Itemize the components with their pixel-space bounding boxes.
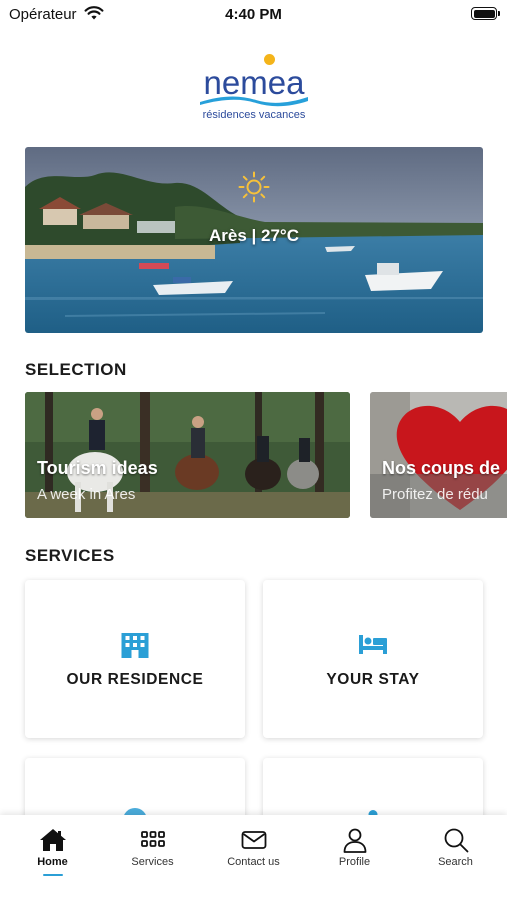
logo-wave-icon	[200, 96, 308, 107]
home-icon	[39, 829, 66, 851]
brand-logo: nemea résidences vacances	[196, 52, 312, 124]
mail-icon	[241, 831, 266, 849]
selection-carousel[interactable]: Tourism ideas A week in Ares Nos coups d…	[0, 392, 507, 520]
services-heading: SERVICES	[25, 546, 115, 565]
clock: 4:40 PM	[225, 6, 282, 23]
sun-icon	[238, 171, 270, 203]
selection-heading: SELECTION	[25, 360, 127, 379]
logo-tagline: résidences vacances	[202, 109, 306, 121]
tab-contact-us[interactable]: Contact us	[203, 815, 304, 885]
selection-card-subtitle: A week in Ares	[37, 486, 136, 503]
tab-home-label: Home	[37, 856, 68, 868]
tab-search[interactable]: Search	[405, 815, 506, 885]
tab-services-label: Services	[131, 856, 174, 868]
weather-label: Arès | 27°C	[209, 226, 299, 245]
your-stay-label: YOUR STAY	[326, 671, 420, 688]
user-icon	[343, 828, 366, 853]
hero-weather-banner[interactable]: Arès | 27°C	[25, 147, 483, 333]
tab-contact-label: Contact us	[227, 856, 280, 868]
bottom-tab-bar: Home Services Contact us Profile Search	[0, 815, 507, 900]
tab-profile-label: Profile	[338, 856, 371, 868]
selection-card-favorites[interactable]: Nos coups de Profitez de rédu	[370, 392, 507, 518]
search-icon	[444, 828, 468, 853]
tab-search-label: Search	[438, 856, 473, 868]
grid-icon	[140, 831, 165, 847]
tab-home[interactable]: Home	[2, 815, 103, 885]
our-residence-label: OUR RESIDENCE	[66, 671, 204, 688]
bed-icon	[359, 635, 387, 654]
your-stay-tile[interactable]: YOUR STAY	[263, 580, 483, 738]
status-bar: Opérateur 4:40 PM	[0, 0, 507, 30]
tab-profile[interactable]: Profile	[304, 815, 405, 885]
selection-card-tourism[interactable]: Tourism ideas A week in Ares	[25, 392, 350, 518]
selection-card-title: Tourism ideas	[37, 458, 158, 478]
selection-card-title: Nos coups de	[382, 458, 501, 478]
active-tab-indicator	[43, 874, 63, 876]
building-icon	[121, 633, 149, 658]
our-residence-tile[interactable]: OUR RESIDENCE	[25, 580, 245, 738]
selection-card-subtitle: Profitez de rédu	[382, 486, 488, 503]
battery-icon	[471, 7, 500, 20]
tab-services[interactable]: Services	[102, 815, 203, 885]
